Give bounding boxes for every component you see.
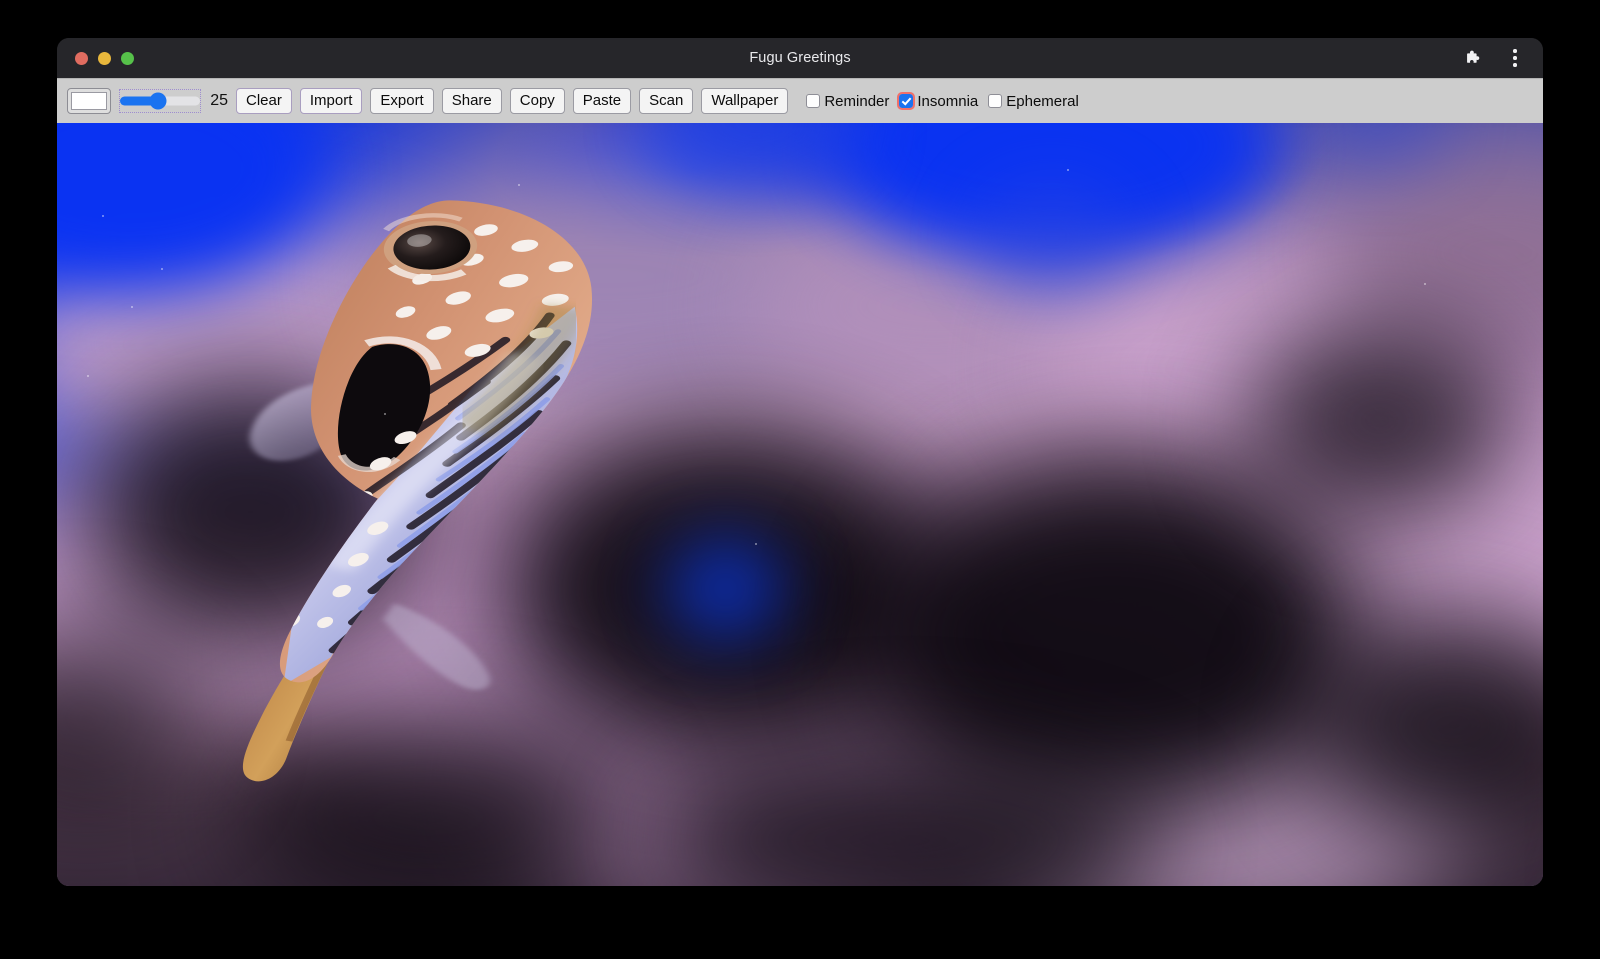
insomnia-checkbox-box[interactable] [899, 94, 913, 108]
color-picker-input[interactable] [67, 88, 111, 114]
ephemeral-checkbox-box[interactable] [988, 94, 1002, 108]
window-title: Fugu Greetings [57, 50, 1543, 66]
close-window-button[interactable] [75, 52, 88, 65]
minimize-window-button[interactable] [98, 52, 111, 65]
paste-button[interactable]: Paste [573, 88, 631, 114]
reminder-checkbox-label: Reminder [824, 93, 889, 110]
insomnia-checkbox[interactable]: Insomnia [895, 93, 982, 110]
reminder-checkbox[interactable]: Reminder [802, 93, 893, 110]
kebab-dots [1513, 49, 1517, 67]
import-button[interactable]: Import [300, 88, 363, 114]
reminder-checkbox-box[interactable] [806, 94, 820, 108]
insomnia-checkbox-label: Insomnia [917, 93, 978, 110]
share-button[interactable]: Share [442, 88, 502, 114]
color-picker-swatch [71, 92, 107, 110]
drawing-canvas[interactable] [57, 123, 1543, 886]
scan-button[interactable]: Scan [639, 88, 693, 114]
app-toolbar: 25 Clear Import Export Share Copy Paste … [57, 78, 1543, 123]
desktop-background: Fugu Greetings [0, 0, 1600, 959]
brush-size-slider[interactable] [120, 90, 200, 112]
app-window: Fugu Greetings [57, 38, 1543, 886]
slider-value-label: 25 [208, 92, 228, 110]
wallpaper-button[interactable]: Wallpaper [701, 88, 788, 114]
browser-menu-icon[interactable] [1501, 44, 1529, 72]
copy-button[interactable]: Copy [510, 88, 565, 114]
traffic-light-controls [75, 52, 134, 65]
window-title-bar: Fugu Greetings [57, 38, 1543, 78]
ephemeral-checkbox[interactable]: Ephemeral [984, 93, 1083, 110]
extensions-icon[interactable] [1459, 44, 1487, 72]
ephemeral-checkbox-label: Ephemeral [1006, 93, 1079, 110]
titlebar-actions [1459, 38, 1529, 78]
slider-thumb[interactable] [150, 93, 167, 110]
clear-button[interactable]: Clear [236, 88, 292, 114]
export-button[interactable]: Export [370, 88, 433, 114]
water-particles [57, 123, 1543, 886]
maximize-window-button[interactable] [121, 52, 134, 65]
toolbar-checkbox-group: Reminder Insomnia Ephemeral [802, 93, 1084, 110]
